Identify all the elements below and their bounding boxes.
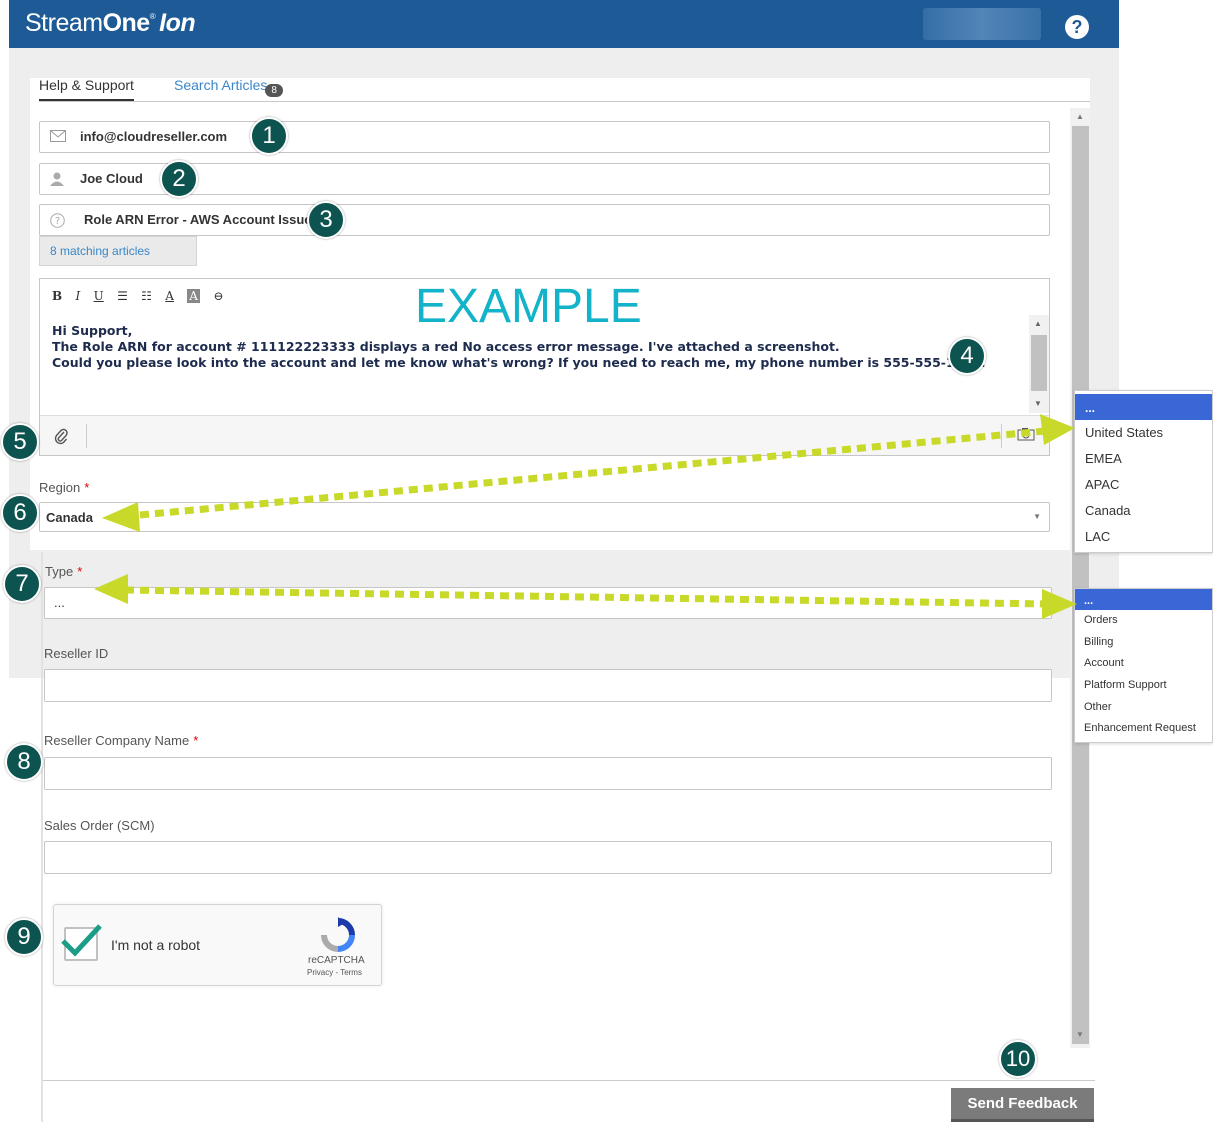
step-marker-1: 1 [250,117,288,155]
step-marker-2: 2 [160,160,198,198]
step-marker-9: 9 [5,918,43,956]
step-marker-8: 8 [5,743,43,781]
step-marker-5: 5 [1,423,39,461]
step-marker-4: 4 [948,337,986,375]
arrow-region-to-dropdown [102,414,1075,532]
step-marker-6: 6 [1,494,39,532]
step-marker-3: 3 [307,201,345,239]
step-marker-10: 10 [999,1040,1037,1078]
step-marker-7: 7 [3,565,41,603]
screen: StreamOne® Ion ? Help & Support Search Ar… [0,0,1213,1122]
arrow-type-to-dropdown [94,574,1077,619]
